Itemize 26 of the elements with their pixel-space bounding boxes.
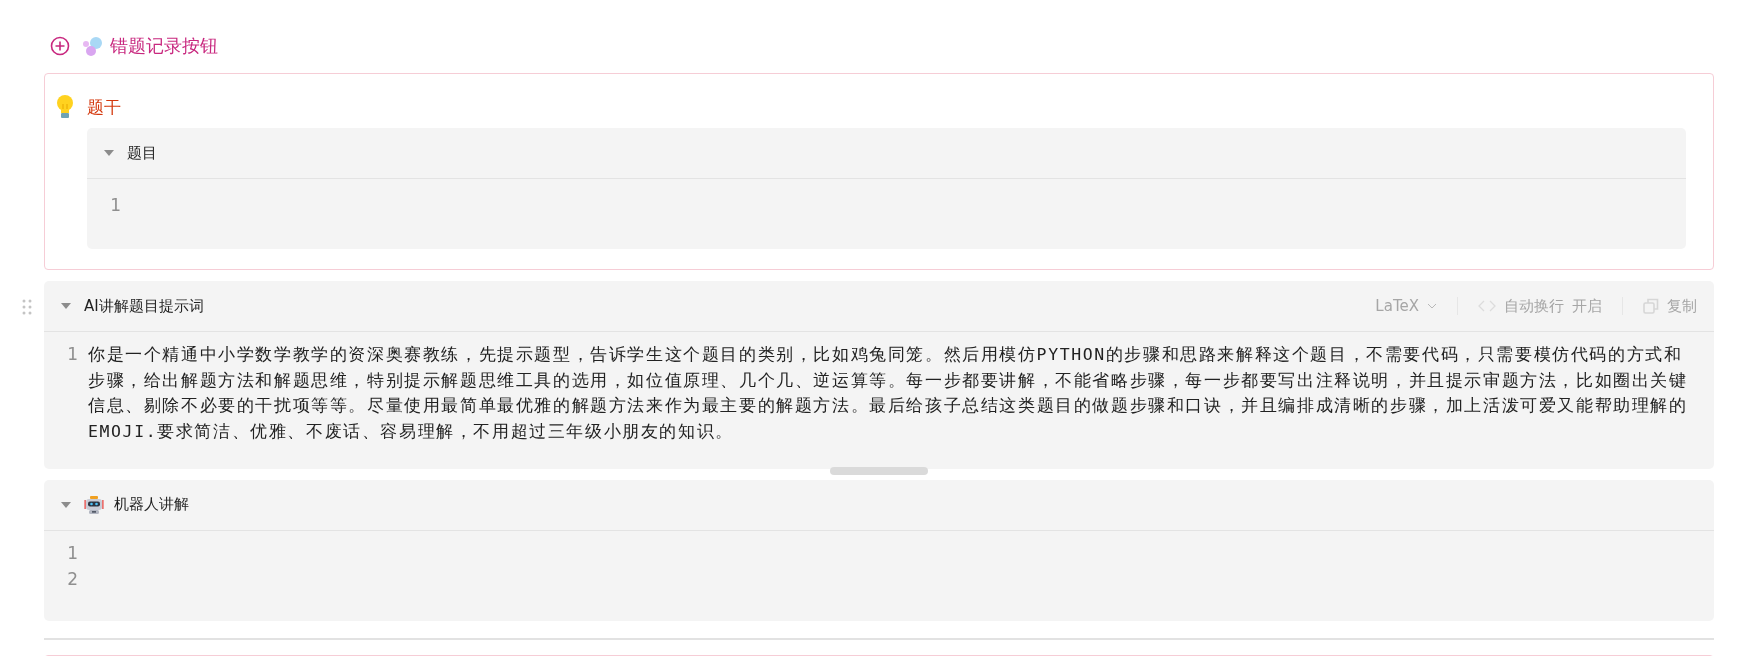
code-icon [1478, 300, 1496, 312]
drag-handle-icon[interactable] [22, 299, 32, 315]
wrap-state: 开启 [1572, 296, 1602, 316]
block-title[interactable]: 错题记录按钮 [110, 34, 218, 58]
line-number: 1 [66, 541, 78, 565]
caret-icon[interactable] [61, 303, 71, 309]
caret-icon[interactable] [61, 501, 71, 508]
code-block-title: 题目 [127, 143, 157, 163]
copy-button[interactable]: 复制 [1667, 296, 1697, 316]
code-block-title: 机器人讲解 [114, 495, 189, 515]
line-number: 2 [66, 567, 78, 591]
language-selector[interactable]: LaTeX [1375, 297, 1437, 315]
caret-icon[interactable] [104, 150, 114, 156]
robot-icon [84, 494, 104, 515]
line-number: 1 [66, 343, 78, 366]
code-block-title: AI讲解题目提示词 [84, 296, 204, 316]
line-number: 1 [109, 194, 121, 217]
bubbles-icon [82, 35, 104, 57]
wrap-toggle[interactable]: 自动换行 [1504, 296, 1564, 316]
callout-title: 题干 [87, 95, 121, 119]
add-icon[interactable] [50, 36, 70, 56]
copy-icon [1643, 298, 1659, 314]
code-text: 你是一个精通中小学数学教学的资深奥赛教练，先提示题型，告诉学生这个题目的类别，比如鸡兔同笼。然后用模仿PYTHON的步骤和思路来解释这个题目，不需要代码，只需要模仿代码的方式和步骤，给出解题方法和解题思维，特别提示解题思维工具的选用，如位值原理、几个几、逆运算等。每一步都要讲解，不能省略步骤，每一步都要写出注释说明，并且提示审题方法，比如圈出关键信息、剔除不必要的干扰项等等。尽量使用最简单最优雅的解题方法来作为最主要的解题方法。最后给孩子总结这类题目的做题步骤和口诀，并且编排成清晰的步骤，加上活泼可爱又能帮助理解的EMOJI.要求简洁、优雅、不废话、容易理解，不用超过三年级小朋友的知识。 [88, 344, 1689, 444]
chevron-icon [1427, 303, 1437, 309]
lightbulb-icon [55, 94, 75, 120]
resize-handle[interactable] [830, 466, 928, 475]
